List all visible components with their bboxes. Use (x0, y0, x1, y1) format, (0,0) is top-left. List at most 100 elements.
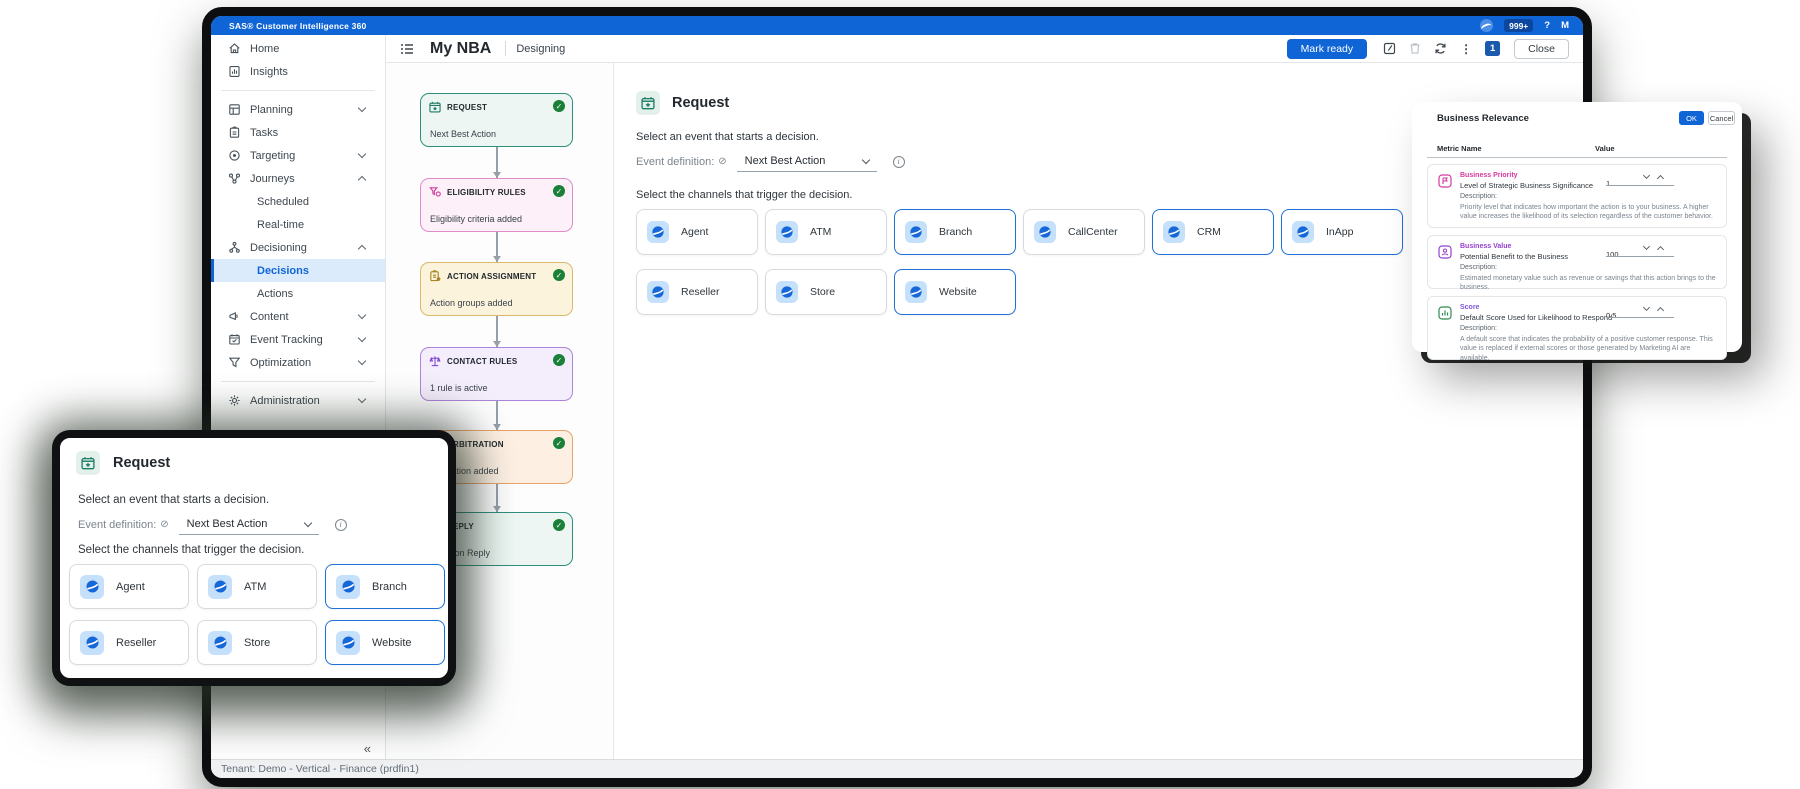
channel-card-atm[interactable]: ATM (197, 564, 317, 609)
flow-connector (493, 147, 500, 178)
check-icon: ✓ (553, 519, 565, 531)
channel-card-agent[interactable]: Agent (69, 564, 189, 609)
notifications-badge[interactable]: 999+ (1504, 19, 1534, 32)
kebab-menu-icon[interactable]: ⋮ (1460, 42, 1472, 56)
ok-button[interactable]: OK (1679, 111, 1704, 125)
info-icon[interactable]: i (892, 155, 905, 168)
chevron-down-icon[interactable] (1642, 303, 1651, 312)
chevron-up-icon[interactable] (1656, 174, 1665, 183)
event-prompt: Select an event that starts a decision. (78, 494, 270, 506)
channel-icon (1163, 221, 1185, 243)
sidebar-item-journeys[interactable]: Journeys (211, 167, 385, 190)
request-popup: Request Select an event that starts a de… (52, 430, 456, 686)
chevron-down-icon (357, 103, 367, 113)
changes-badge[interactable]: 1 (1485, 41, 1501, 56)
sidebar-item-administration[interactable]: Administration (211, 389, 385, 412)
event-prompt: Select an event that starts a decision. (636, 131, 819, 143)
page-header: My NBA Designing Mark ready ⋮ 1 Close (386, 35, 1583, 63)
channel-card-callcenter[interactable]: CallCenter (1023, 209, 1145, 255)
top-bar: SAS® Customer Intelligence 360 999+ ? M (211, 16, 1583, 35)
chevron-down-icon (357, 394, 367, 404)
business-relevance-popup: Business Relevance OK Cancel Metric Name… (1412, 102, 1742, 362)
event-definition-dropdown[interactable]: Next Best Action (178, 514, 319, 535)
planning-icon (228, 103, 241, 116)
channel-card-branch[interactable]: Branch (894, 209, 1016, 255)
channel-icon (905, 221, 927, 243)
channel-icon (80, 630, 104, 655)
check-icon: ✓ (553, 185, 565, 197)
scales-icon (429, 355, 441, 367)
sidebar-item-content[interactable]: Content (211, 305, 385, 328)
channel-card-branch[interactable]: Branch (325, 564, 445, 609)
business-value-icon (1438, 245, 1452, 259)
home-icon (228, 42, 241, 55)
chevron-up-icon[interactable] (1656, 306, 1665, 315)
flow-node-contact-rules[interactable]: CONTACT RULES 1 rule is active ✓ (420, 347, 573, 401)
chevron-down-icon (357, 310, 367, 320)
channel-card-website[interactable]: Website (894, 269, 1016, 315)
channel-icon (905, 281, 927, 303)
chevron-down-icon (357, 149, 367, 159)
channel-card-website[interactable]: Website (325, 620, 445, 665)
list-icon[interactable] (400, 43, 414, 55)
sidebar-item-real-time[interactable]: Real-time (211, 213, 385, 236)
sidebar-item-optimization[interactable]: Optimization (211, 351, 385, 374)
info-icon[interactable]: i (334, 518, 347, 531)
brand-swirl-icon[interactable] (1480, 19, 1494, 32)
check-icon: ✓ (553, 354, 565, 366)
value-column-header: Value (1595, 144, 1615, 153)
cancel-button[interactable]: Cancel (1708, 111, 1735, 125)
chevron-up-icon[interactable] (1656, 245, 1665, 254)
chevron-down-icon (303, 518, 312, 527)
channel-icon (80, 574, 104, 599)
channel-card-inapp[interactable]: InApp (1281, 209, 1403, 255)
channel-card-atm[interactable]: ATM (765, 209, 887, 255)
flow-connector (493, 232, 500, 262)
sidebar-item-home[interactable]: Home (211, 37, 385, 60)
sidebar-item-actions[interactable]: Actions (211, 282, 385, 305)
sidebar-item-scheduled[interactable]: Scheduled (211, 190, 385, 213)
channel-card-agent[interactable]: Agent (636, 209, 758, 255)
value-stepper[interactable]: 1 (1606, 171, 1676, 191)
flow-node-eligibility-rules[interactable]: ELIGIBILITY RULES Eligibility criteria a… (420, 178, 573, 232)
mark-ready-button[interactable]: Mark ready (1286, 38, 1368, 59)
flow-node-action-assignment[interactable]: ACTION ASSIGNMENT Action groups added ✓ (420, 262, 573, 316)
insights-icon (228, 65, 241, 78)
close-button[interactable]: Close (1514, 38, 1569, 59)
help-icon[interactable]: ? (1544, 20, 1550, 31)
value-stepper[interactable]: 100 (1606, 242, 1676, 262)
channel-card-reseller[interactable]: Reseller (636, 269, 758, 315)
channel-card-store[interactable]: Store (197, 620, 317, 665)
mode-label: Designing (516, 42, 566, 55)
trash-icon[interactable] (1409, 42, 1421, 55)
channel-icon (336, 574, 360, 599)
value-stepper[interactable]: 0.5 (1606, 303, 1676, 323)
channel-card-reseller[interactable]: Reseller (69, 620, 189, 665)
chevron-down-icon[interactable] (1642, 171, 1651, 180)
sync-icon[interactable] (1434, 42, 1447, 55)
sidebar-item-insights[interactable]: Insights (211, 60, 385, 83)
sidebar-item-decisions[interactable]: Decisions (211, 259, 385, 282)
flow-node-request[interactable]: REQUEST Next Best Action ✓ (420, 93, 573, 147)
required-slash-icon: ⊘ (160, 519, 169, 530)
channel-card-crm[interactable]: CRM (1152, 209, 1274, 255)
check-icon: ✓ (553, 437, 565, 449)
chevron-down-icon[interactable] (1642, 242, 1651, 251)
sidebar-collapse-button[interactable]: « (364, 741, 371, 756)
header-separator (505, 41, 507, 56)
sidebar-item-planning[interactable]: Planning (211, 98, 385, 121)
sidebar-divider (221, 381, 375, 382)
validate-icon[interactable] (1383, 42, 1396, 55)
event-definition-dropdown[interactable]: Next Best Action (736, 151, 877, 172)
sidebar-item-decisioning[interactable]: Decisioning (211, 236, 385, 259)
chevron-down-icon (861, 155, 870, 164)
sidebar-item-targeting[interactable]: Targeting (211, 144, 385, 167)
sidebar-item-event-tracking[interactable]: Event Tracking (211, 328, 385, 351)
avatar[interactable]: M (1561, 20, 1569, 31)
sidebar-item-tasks[interactable]: Tasks (211, 121, 385, 144)
tenant-label: Tenant: Demo - Vertical - Finance (prdfi… (221, 763, 419, 775)
flow-connector (493, 316, 500, 347)
flow-connector (493, 484, 500, 512)
channel-card-store[interactable]: Store (765, 269, 887, 315)
channels-prompt: Select the channels that trigger the dec… (636, 189, 853, 201)
